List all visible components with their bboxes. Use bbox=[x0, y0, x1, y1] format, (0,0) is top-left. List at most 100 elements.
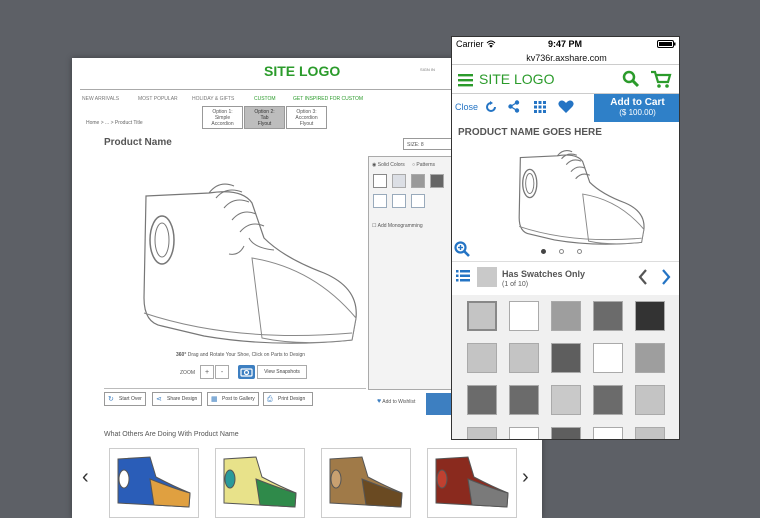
swatch[interactable] bbox=[551, 301, 581, 331]
battery-icon bbox=[657, 40, 676, 48]
swatch-filter-label: Has Swatches Only bbox=[502, 269, 586, 279]
grid-icon[interactable] bbox=[534, 101, 546, 113]
start-over-button[interactable]: ↻ Start Over bbox=[104, 392, 146, 406]
swatch[interactable] bbox=[551, 343, 581, 373]
swatch[interactable] bbox=[509, 301, 539, 331]
swatch[interactable] bbox=[593, 301, 623, 331]
rotate-caption: 360° Drag and Rotate Your Shoe, Click on… bbox=[176, 352, 306, 358]
swatch[interactable] bbox=[467, 343, 497, 373]
nav-get-inspired[interactable]: GET INSPIRED FOR CUSTOM bbox=[293, 96, 363, 102]
nav-custom[interactable]: CUSTOM bbox=[254, 96, 276, 102]
add-to-cart-button[interactable]: Add to Cart ($ 100.00) bbox=[594, 94, 679, 122]
swatch[interactable] bbox=[593, 343, 623, 373]
chevron-right-icon[interactable] bbox=[661, 269, 671, 285]
swatch[interactable] bbox=[635, 301, 665, 331]
signin-link[interactable]: SIGN IN bbox=[420, 67, 435, 72]
menu-icon[interactable] bbox=[458, 73, 473, 87]
swatch[interactable] bbox=[509, 427, 539, 439]
cart-icon[interactable] bbox=[650, 70, 672, 89]
share-design-button[interactable]: ⋖ Share Design bbox=[152, 392, 202, 406]
monogramming-checkbox[interactable]: ☐ Add Monogramming bbox=[372, 223, 423, 229]
desk-swatch[interactable] bbox=[373, 174, 387, 188]
url-divider bbox=[452, 64, 679, 65]
add-to-cart-label: Add to Cart bbox=[610, 97, 665, 108]
carousel-dot[interactable] bbox=[577, 249, 582, 254]
gallery-thumbnail[interactable] bbox=[215, 448, 305, 518]
view-snapshots-button[interactable]: View Snapshots bbox=[257, 365, 307, 379]
swatch[interactable] bbox=[551, 427, 581, 439]
clock: 9:47 PM bbox=[548, 39, 583, 49]
carrier-label: Carrier bbox=[456, 39, 484, 49]
desk-swatch[interactable] bbox=[392, 174, 406, 188]
share-icon[interactable] bbox=[508, 100, 520, 113]
gallery-thumbnail[interactable] bbox=[427, 448, 517, 518]
gallery-thumbnail[interactable] bbox=[109, 448, 199, 518]
carousel-prev-arrow[interactable]: ‹ bbox=[82, 466, 89, 489]
swatch[interactable] bbox=[467, 427, 497, 439]
solid-colors-radio[interactable]: ◉ Solid Colors bbox=[372, 162, 405, 168]
refresh-icon: ↻ bbox=[108, 396, 114, 403]
carousel-dot[interactable] bbox=[559, 249, 564, 254]
option-3-tab[interactable]: Option 3: Accordion Flyout bbox=[286, 106, 327, 129]
option-1-tab[interactable]: Option 1: Simple Accordion bbox=[202, 106, 243, 129]
swatch[interactable] bbox=[509, 343, 539, 373]
carousel-dot-active[interactable] bbox=[541, 249, 546, 254]
nav-new-arrivals[interactable]: NEW ARRIVALS bbox=[82, 96, 119, 102]
swatch[interactable] bbox=[593, 385, 623, 415]
action-divider bbox=[104, 388, 366, 389]
wifi-icon bbox=[486, 40, 496, 48]
swatch[interactable] bbox=[635, 385, 665, 415]
gallery-thumbnail[interactable] bbox=[321, 448, 411, 518]
breadcrumb: Home > ... > Product Title bbox=[86, 120, 143, 126]
print-design-button[interactable]: ⎙ Print Design bbox=[263, 392, 313, 406]
url-bar[interactable]: kv736r.axshare.com bbox=[452, 53, 679, 63]
option-2-tab[interactable]: Option 2: Tab Flyout bbox=[244, 106, 285, 129]
zoom-in-button[interactable]: + bbox=[200, 365, 214, 379]
status-bar: Carrier 9:47 PM bbox=[452, 37, 679, 51]
list-icon[interactable] bbox=[456, 270, 470, 282]
zoom-icon[interactable] bbox=[454, 241, 470, 257]
swatch-divider bbox=[452, 261, 679, 262]
site-logo[interactable]: SITE LOGO bbox=[479, 71, 554, 87]
site-logo[interactable]: SITE LOGO bbox=[264, 63, 340, 79]
zoom-label: ZOOM bbox=[180, 370, 195, 376]
nav-holiday-gifts[interactable]: HOLIDAY & GIFTS bbox=[192, 96, 234, 102]
post-to-gallery-button[interactable]: ▦ Post to Gallery bbox=[207, 392, 259, 406]
rotate-icon[interactable] bbox=[485, 101, 497, 113]
swatch[interactable] bbox=[509, 385, 539, 415]
swatch-grid bbox=[452, 295, 679, 439]
selected-swatch-preview bbox=[477, 267, 497, 287]
desk-swatch[interactable] bbox=[392, 194, 406, 208]
swatch[interactable] bbox=[593, 427, 623, 439]
grid-icon: ▦ bbox=[211, 396, 218, 403]
nav-most-popular[interactable]: MOST POPULAR bbox=[138, 96, 178, 102]
share-icon: ⋖ bbox=[156, 396, 162, 403]
desk-swatch[interactable] bbox=[411, 174, 425, 188]
product-title: Product Name bbox=[104, 137, 172, 148]
chevron-left-icon[interactable] bbox=[638, 269, 648, 285]
patterns-radio[interactable]: ○ Patterns bbox=[412, 162, 435, 168]
swatch[interactable] bbox=[467, 385, 497, 415]
desk-swatch[interactable] bbox=[373, 194, 387, 208]
phone-mockup: Carrier 9:47 PM kv736r.axshare.com SITE … bbox=[451, 36, 680, 440]
desk-swatch[interactable] bbox=[430, 174, 444, 188]
swatch[interactable] bbox=[635, 427, 665, 439]
swatch[interactable] bbox=[635, 343, 665, 373]
desk-swatch[interactable] bbox=[411, 194, 425, 208]
search-icon[interactable] bbox=[622, 70, 640, 88]
zoom-out-button[interactable]: - bbox=[215, 365, 229, 379]
swatch-selected[interactable] bbox=[467, 301, 497, 331]
camera-icon[interactable] bbox=[238, 365, 255, 379]
others-heading: What Others Are Doing With Product Name bbox=[104, 431, 239, 438]
product-name: PRODUCT NAME GOES HERE bbox=[458, 127, 602, 138]
price: ($ 100.00) bbox=[619, 108, 656, 117]
swatch-page-count: (1 of 10) bbox=[502, 281, 529, 288]
carousel-next-arrow[interactable]: › bbox=[522, 466, 529, 489]
shoe-image[interactable] bbox=[124, 178, 364, 348]
add-to-wishlist-link[interactable]: ♥ Add to Wishlist bbox=[377, 398, 415, 405]
close-button[interactable]: Close bbox=[455, 102, 478, 112]
swatch[interactable] bbox=[551, 385, 581, 415]
shoe-image[interactable] bbox=[498, 147, 658, 247]
heart-icon: ♥ bbox=[377, 398, 382, 405]
heart-icon[interactable] bbox=[558, 100, 574, 114]
